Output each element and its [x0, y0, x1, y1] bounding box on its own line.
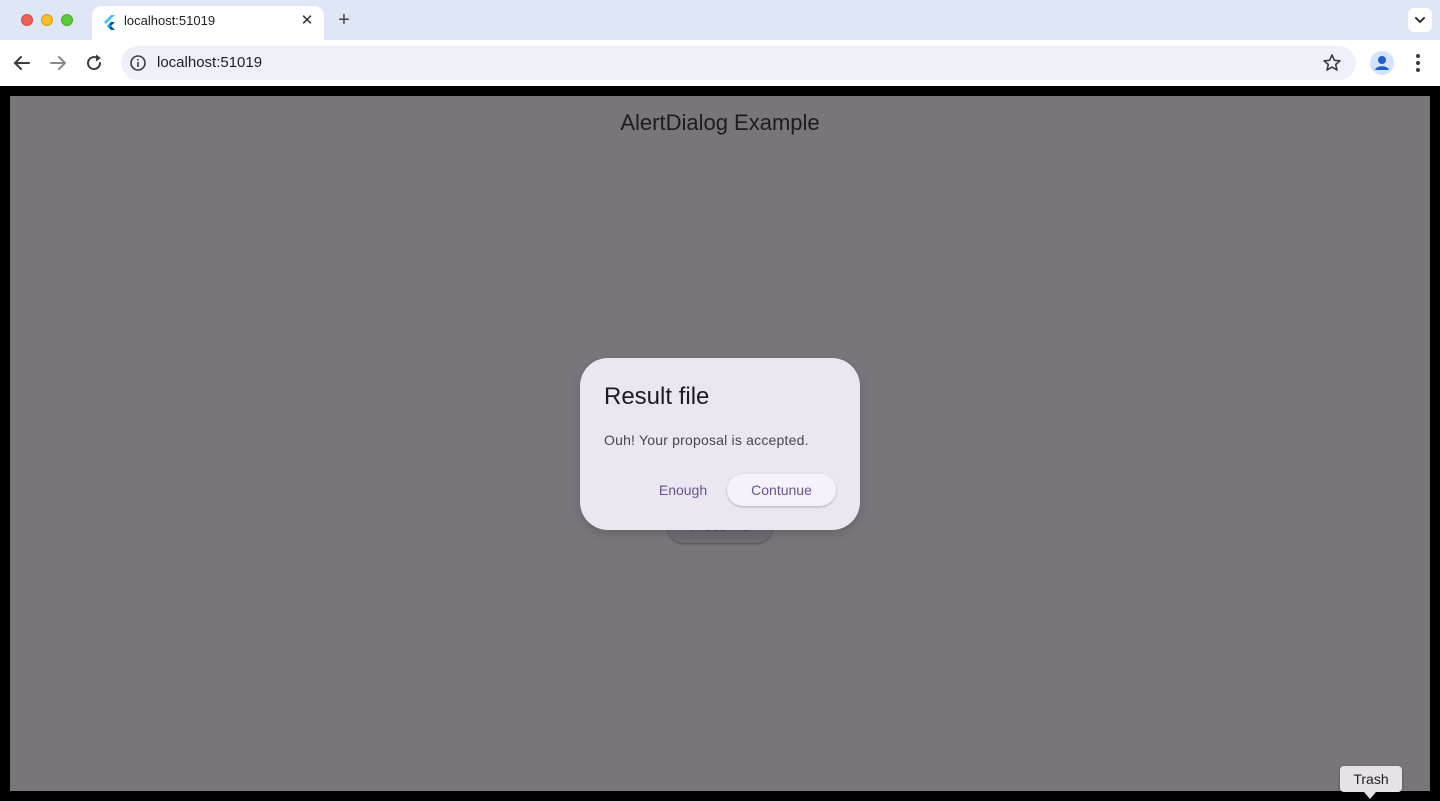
trash-tooltip: Trash [1340, 766, 1402, 792]
tab-title: localhost:51019 [124, 13, 216, 28]
reload-icon[interactable] [82, 51, 106, 75]
url-text: localhost:51019 [157, 54, 263, 71]
continue-button[interactable]: Contunue [727, 474, 836, 506]
dialog-title: Result file [604, 383, 710, 410]
new-tab-button[interactable]: + [334, 10, 354, 30]
flutter-icon [104, 15, 115, 30]
page-viewport: AlertDialog Example Press Me Result file… [10, 96, 1430, 791]
tab-search-button[interactable] [1408, 8, 1432, 32]
back-arrow-icon[interactable] [10, 51, 34, 75]
browser-toolbar: localhost:51019 [0, 40, 1440, 86]
profile-icon[interactable] [1370, 51, 1394, 75]
chevron-down-icon [1415, 17, 1425, 24]
tab-strip: localhost:51019 ✕ + [0, 0, 1440, 40]
browser-tab[interactable]: localhost:51019 ✕ [92, 6, 324, 40]
address-bar[interactable]: localhost:51019 [121, 46, 1356, 80]
alert-dialog: Result file Ouh! Your proposal is accept… [580, 358, 860, 530]
minimize-window-button[interactable] [41, 14, 53, 26]
app-bar-title: AlertDialog Example [620, 110, 820, 135]
forward-arrow-icon[interactable] [46, 51, 70, 75]
tooltip-arrow [1364, 792, 1376, 799]
close-tab-icon[interactable]: ✕ [298, 12, 316, 30]
more-menu-icon[interactable] [1408, 51, 1428, 75]
tooltip-text: Trash [1353, 771, 1389, 787]
site-info-icon[interactable] [129, 54, 147, 72]
dialog-message: Ouh! Your proposal is accepted. [604, 432, 809, 448]
bookmark-star-icon[interactable] [1322, 53, 1342, 73]
enough-button[interactable]: Enough [646, 474, 720, 506]
close-window-button[interactable] [21, 14, 33, 26]
avatar [1375, 56, 1389, 70]
maximize-window-button[interactable] [61, 14, 73, 26]
